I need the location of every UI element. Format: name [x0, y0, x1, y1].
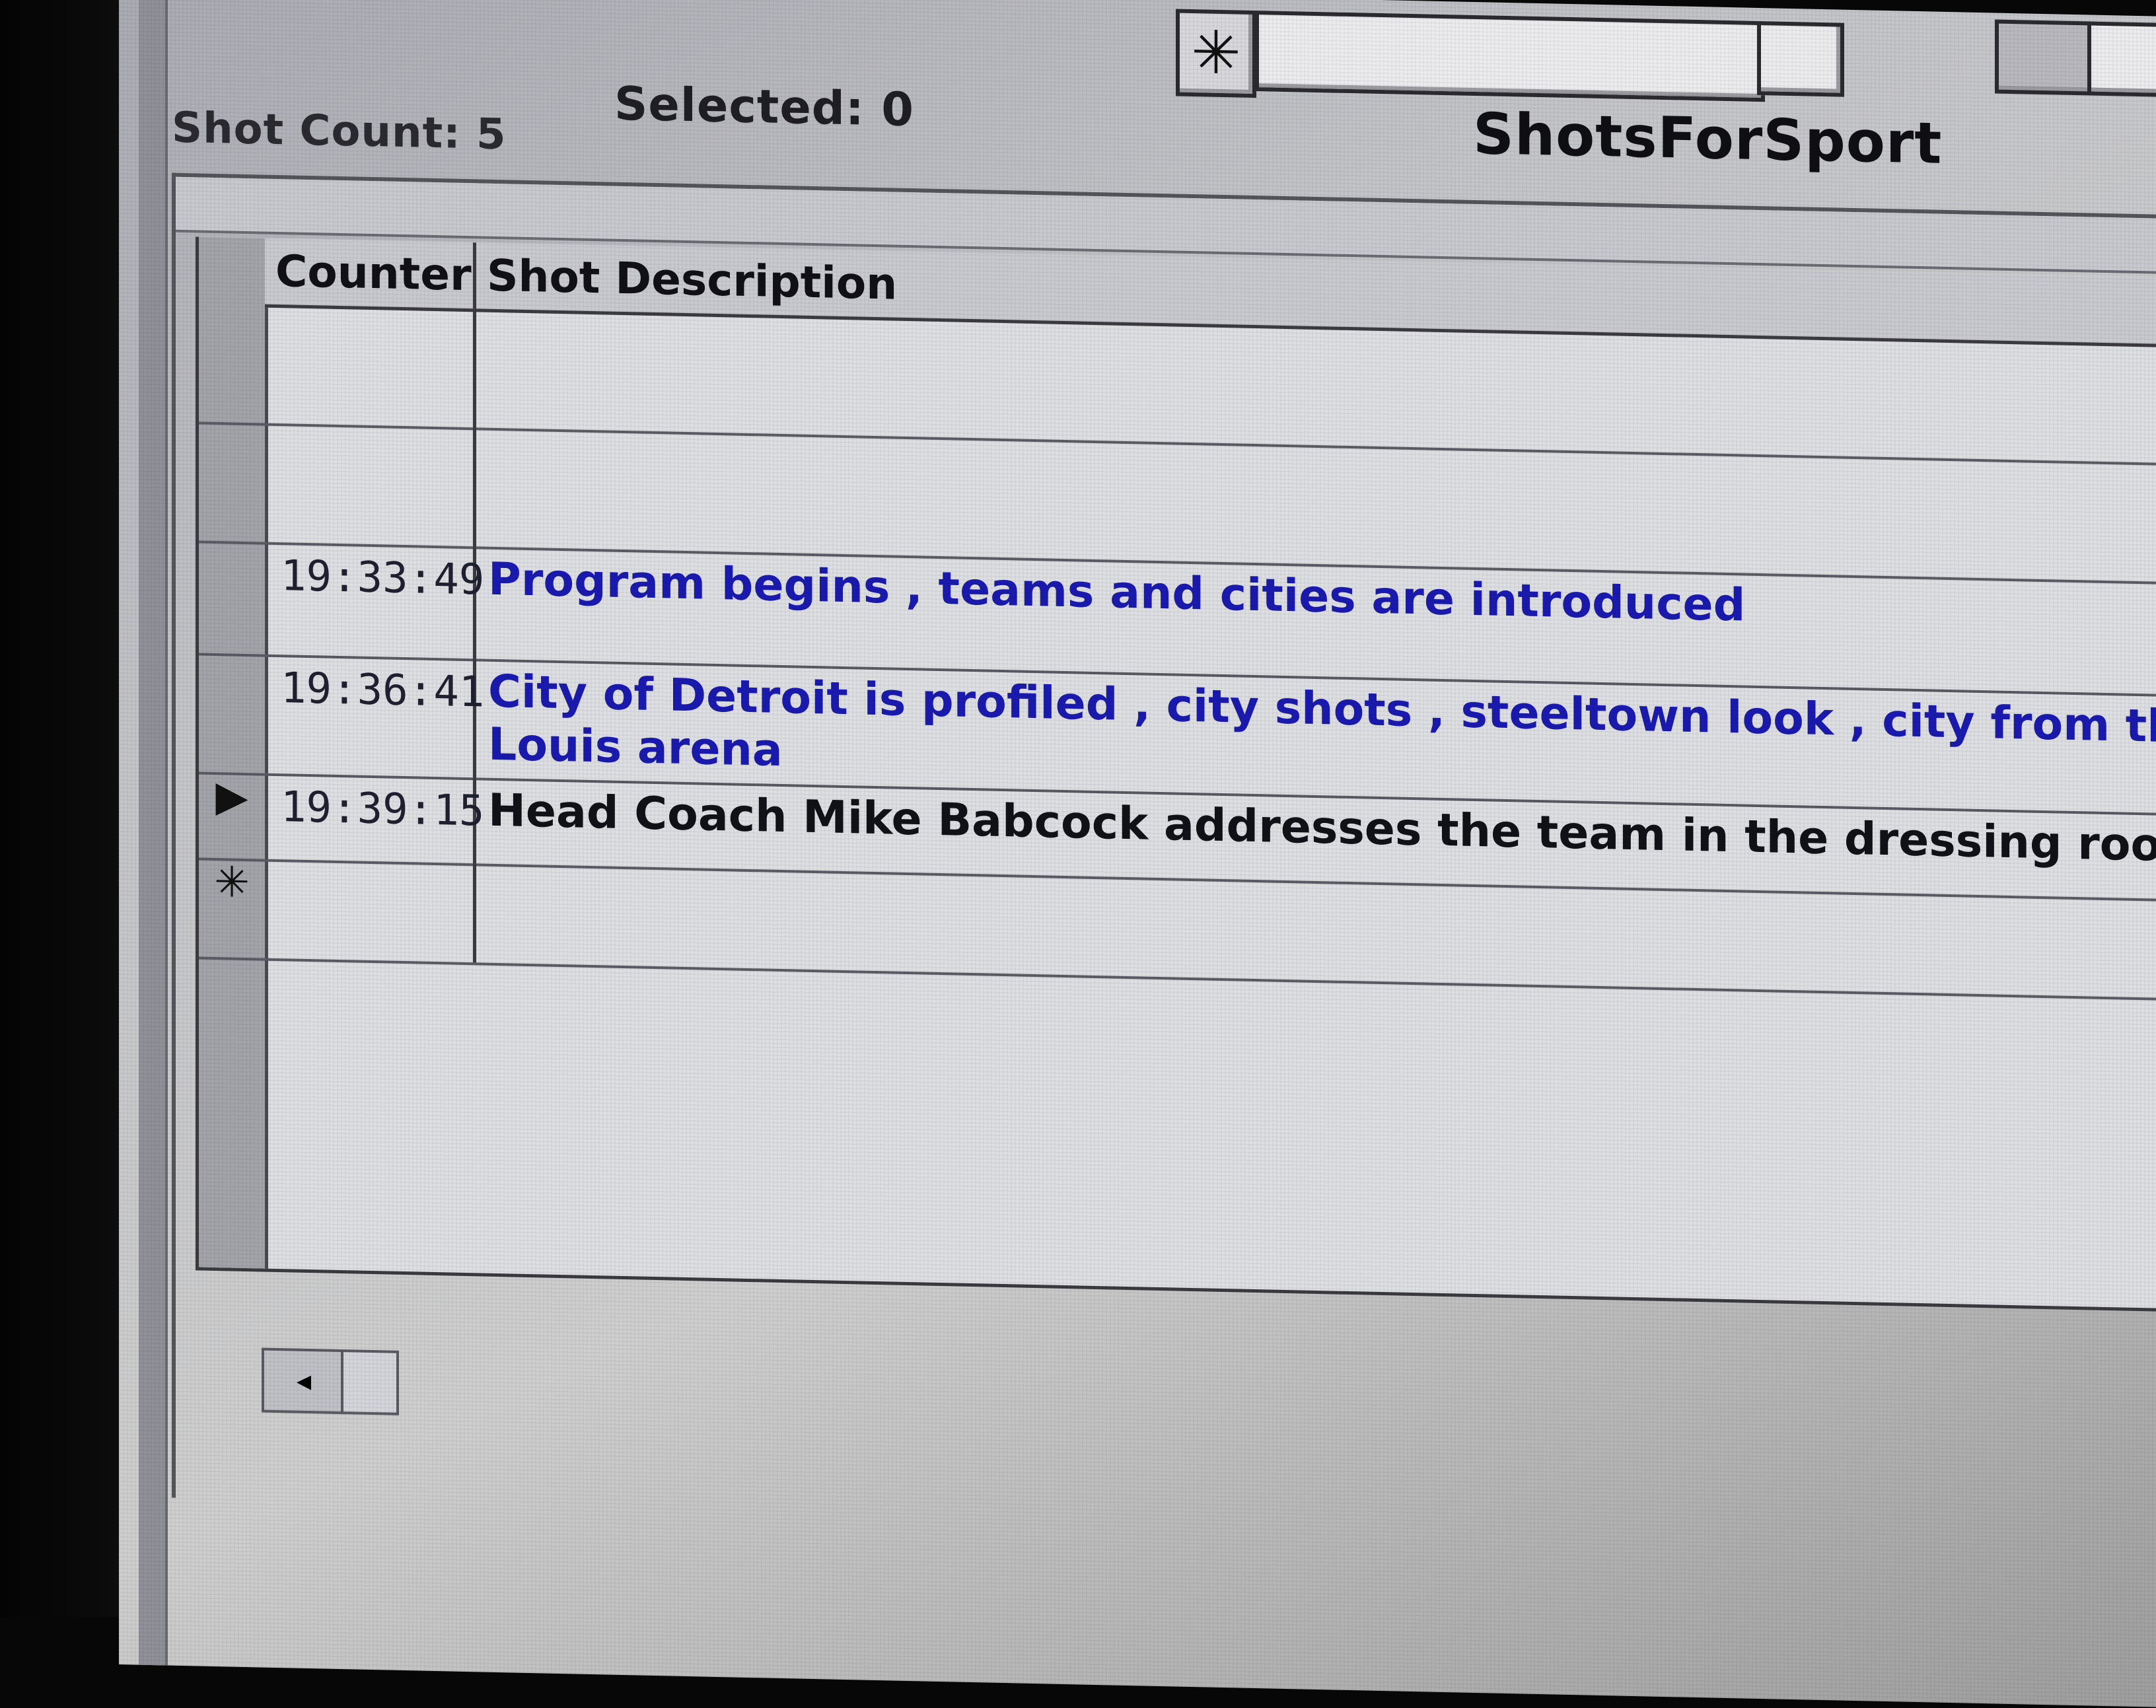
counter-cell[interactable]: 19:36:41: [265, 654, 484, 778]
toolbar-button[interactable]: [1995, 19, 2095, 96]
new-record-indicator[interactable]: ✳: [199, 858, 265, 958]
record-selector[interactable]: [199, 422, 265, 542]
record-selector[interactable]: [199, 303, 265, 423]
toolbar-field-small[interactable]: [1757, 20, 1844, 97]
toolbar-field[interactable]: [1255, 11, 1765, 102]
selected-count-label: Selected: 0: [614, 76, 914, 137]
counter-cell[interactable]: 19:33:49: [265, 542, 484, 659]
counter-cell[interactable]: [265, 423, 476, 547]
counter-cell[interactable]: 19:39:15: [265, 773, 484, 864]
app-title: ShotsForSport: [1473, 100, 1943, 177]
record-selector[interactable]: [199, 541, 265, 655]
asterisk-icon: ✳: [1191, 18, 1241, 89]
toolbar-field-right[interactable]: [2087, 21, 2156, 100]
new-record-button[interactable]: ✳: [1176, 9, 1256, 98]
counter-cell[interactable]: [265, 304, 476, 428]
shots-datasheet: Counter Shot Description 19:33:49 Progra…: [196, 236, 2156, 1314]
screen: ✳ Shot Count: 5 Selected: 0 ShotsForSpor…: [119, 0, 2156, 1708]
horizontal-scroll-thumb[interactable]: [341, 1349, 399, 1415]
counter-cell[interactable]: [265, 859, 476, 963]
scroll-left-arrow[interactable]: ◂: [262, 1347, 346, 1415]
shot-count-label: Shot Count: 5: [172, 103, 507, 160]
toolbar: ✳: [1044, 9, 2156, 117]
column-header-counter[interactable]: Counter: [265, 238, 476, 309]
records-panel: Counter Shot Description 19:33:49 Progra…: [172, 172, 2156, 1542]
chevron-left-icon: ◂: [296, 1363, 312, 1398]
window-border: [139, 0, 168, 1692]
record-selector[interactable]: [199, 653, 265, 773]
current-record-indicator[interactable]: ▶: [199, 772, 265, 859]
